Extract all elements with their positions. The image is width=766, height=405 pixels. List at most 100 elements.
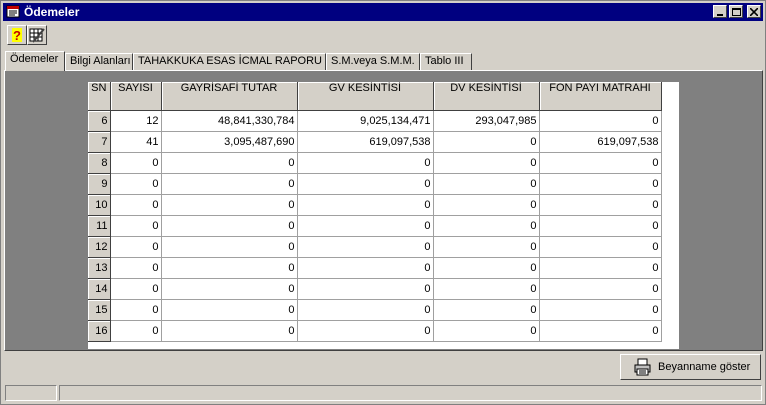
- question-help-icon: ?: [12, 28, 22, 43]
- cell-gayrisafi-tutar[interactable]: 48,841,330,784: [161, 110, 298, 132]
- cell-gv-kesintisi[interactable]: 0: [297, 173, 434, 195]
- minimize-button[interactable]: [713, 5, 727, 18]
- cell-dv-kesintisi[interactable]: 0: [433, 257, 540, 279]
- table-row[interactable]: 14 0 0 0 0 0: [88, 278, 662, 300]
- table-row[interactable]: 11 0 0 0 0 0: [88, 215, 662, 237]
- header-gv-kesintisi[interactable]: GV KESİNTİSİ: [297, 82, 434, 111]
- cell-sayisi[interactable]: 0: [110, 194, 162, 216]
- edit-button[interactable]: [27, 25, 47, 45]
- tab-odemeler[interactable]: Ödemeler: [5, 51, 65, 71]
- cell-gv-kesintisi[interactable]: 619,097,538: [297, 131, 434, 153]
- cell-sayisi[interactable]: 41: [110, 131, 162, 153]
- cell-sayisi[interactable]: 0: [110, 173, 162, 195]
- cell-fon-payi-matrahi[interactable]: 0: [539, 278, 662, 300]
- tab-sm-veya-smm[interactable]: S.M.veya S.M.M.: [326, 53, 420, 70]
- header-sn[interactable]: SN: [88, 82, 111, 111]
- cell-gv-kesintisi[interactable]: 0: [297, 278, 434, 300]
- title-bar[interactable]: Ödemeler: [3, 3, 763, 21]
- cell-gayrisafi-tutar[interactable]: 3,095,487,690: [161, 131, 298, 153]
- cell-gayrisafi-tutar[interactable]: 0: [161, 173, 298, 195]
- cell-sayisi[interactable]: 0: [110, 299, 162, 321]
- header-fon-payi-matrahi[interactable]: FON PAYI MATRAHI: [539, 82, 662, 111]
- cell-fon-payi-matrahi[interactable]: 0: [539, 215, 662, 237]
- table-row[interactable]: 10 0 0 0 0 0: [88, 194, 662, 216]
- table-row[interactable]: 900000: [88, 173, 662, 195]
- table-row[interactable]: 16 0 0 0 0 0: [88, 320, 662, 342]
- help-button[interactable]: ?: [7, 25, 27, 45]
- cell-fon-payi-matrahi[interactable]: 619,097,538: [539, 131, 662, 153]
- cell-dv-kesintisi[interactable]: 0: [433, 320, 540, 342]
- cell-dv-kesintisi[interactable]: 0: [433, 215, 540, 237]
- cell-fon-payi-matrahi[interactable]: 0: [539, 299, 662, 321]
- header-gayrisafi-tutar[interactable]: GAYRİSAFİ TUTAR: [161, 82, 298, 111]
- window-title: Ödemeler: [24, 5, 80, 19]
- cell-sayisi[interactable]: 0: [110, 215, 162, 237]
- cell-gayrisafi-tutar[interactable]: 0: [161, 320, 298, 342]
- cell-dv-kesintisi[interactable]: 0: [433, 299, 540, 321]
- cell-gv-kesintisi[interactable]: 9,025,134,471: [297, 110, 434, 132]
- window: Ödemeler ? Ödemeler Bilgi Alanları TAHAK…: [0, 0, 766, 405]
- table-body: 6 12 48,841,330,784 9,025,134,471 293,047,98…: [88, 110, 662, 342]
- cell-gayrisafi-tutar[interactable]: 0: [161, 152, 298, 174]
- cell-gv-kesintisi[interactable]: 0: [297, 152, 434, 174]
- cell-gayrisafi-tutar[interactable]: 0: [161, 194, 298, 216]
- cell-gayrisafi-tutar[interactable]: 0: [161, 278, 298, 300]
- cell-gv-kesintisi[interactable]: 0: [297, 299, 434, 321]
- cell-gv-kesintisi[interactable]: 0: [297, 215, 434, 237]
- cell-dv-kesintisi[interactable]: 0: [433, 278, 540, 300]
- cell-gayrisafi-tutar[interactable]: 0: [161, 236, 298, 258]
- table-row[interactable]: 6 12 48,841,330,784 9,025,134,471 293,047,98…: [88, 110, 662, 132]
- cell-sayisi[interactable]: 12: [110, 110, 162, 132]
- cell-sn: 10: [88, 194, 111, 216]
- status-pane-2: [59, 385, 762, 401]
- table-row[interactable]: 800000: [88, 152, 662, 174]
- close-button[interactable]: [747, 5, 761, 18]
- table-row[interactable]: 7 41 3,095,487,690 619,097,538 0 619,097,538: [88, 131, 662, 153]
- cell-sn: 12: [88, 236, 111, 258]
- cell-sn: 11: [88, 215, 111, 237]
- cell-fon-payi-matrahi[interactable]: 0: [539, 173, 662, 195]
- cell-sn: 6: [88, 110, 111, 132]
- cell-sn: 13: [88, 257, 111, 279]
- cell-sayisi[interactable]: 0: [110, 236, 162, 258]
- cell-fon-payi-matrahi[interactable]: 0: [539, 236, 662, 258]
- svg-text:?: ?: [13, 28, 21, 43]
- header-dv-kesintisi[interactable]: DV KESİNTİSİ: [433, 82, 540, 111]
- cell-dv-kesintisi[interactable]: 293,047,985: [433, 110, 540, 132]
- header-sayisi[interactable]: SAYISI: [110, 82, 162, 111]
- cell-sn: 9: [88, 173, 111, 195]
- cell-fon-payi-matrahi[interactable]: 0: [539, 320, 662, 342]
- cell-fon-payi-matrahi[interactable]: 0: [539, 194, 662, 216]
- cell-sayisi[interactable]: 0: [110, 152, 162, 174]
- cell-gv-kesintisi[interactable]: 0: [297, 194, 434, 216]
- printer-icon: [634, 358, 651, 376]
- cell-fon-payi-matrahi[interactable]: 0: [539, 257, 662, 279]
- cell-sayisi[interactable]: 0: [110, 320, 162, 342]
- cell-gv-kesintisi[interactable]: 0: [297, 236, 434, 258]
- cell-dv-kesintisi[interactable]: 0: [433, 131, 540, 153]
- show-return-button[interactable]: Beyanname göster: [620, 354, 761, 380]
- table-row[interactable]: 13 0 0 0 0 0: [88, 257, 662, 279]
- cell-fon-payi-matrahi[interactable]: 0: [539, 110, 662, 132]
- cell-dv-kesintisi[interactable]: 0: [433, 152, 540, 174]
- table-row[interactable]: 12 0 0 0 0 0: [88, 236, 662, 258]
- cell-gv-kesintisi[interactable]: 0: [297, 257, 434, 279]
- table-row[interactable]: 15 0 0 0 0 0: [88, 299, 662, 321]
- cell-dv-kesintisi[interactable]: 0: [433, 236, 540, 258]
- payments-grid[interactable]: SN SAYISI GAYRİSAFİ TUTAR GV KESİNTİSİ D…: [87, 81, 679, 349]
- cell-gayrisafi-tutar[interactable]: 0: [161, 257, 298, 279]
- cell-dv-kesintisi[interactable]: 0: [433, 194, 540, 216]
- cell-gayrisafi-tutar[interactable]: 0: [161, 215, 298, 237]
- cell-fon-payi-matrahi[interactable]: 0: [539, 152, 662, 174]
- tab-tahakkuka-esas-icmal-raporu[interactable]: TAHAKKUKA ESAS İCMAL RAPORU: [133, 53, 326, 70]
- payments-table: SN SAYISI GAYRİSAFİ TUTAR GV KESİNTİSİ D…: [88, 82, 662, 342]
- tab-tablo-iii[interactable]: Tablo III: [420, 53, 472, 70]
- cell-dv-kesintisi[interactable]: 0: [433, 173, 540, 195]
- show-return-label: Beyanname göster: [658, 361, 751, 373]
- maximize-button[interactable]: [729, 5, 743, 18]
- cell-sayisi[interactable]: 0: [110, 278, 162, 300]
- cell-sayisi[interactable]: 0: [110, 257, 162, 279]
- cell-gayrisafi-tutar[interactable]: 0: [161, 299, 298, 321]
- cell-gv-kesintisi[interactable]: 0: [297, 320, 434, 342]
- tab-bilgi-alanlari[interactable]: Bilgi Alanları: [65, 53, 133, 70]
